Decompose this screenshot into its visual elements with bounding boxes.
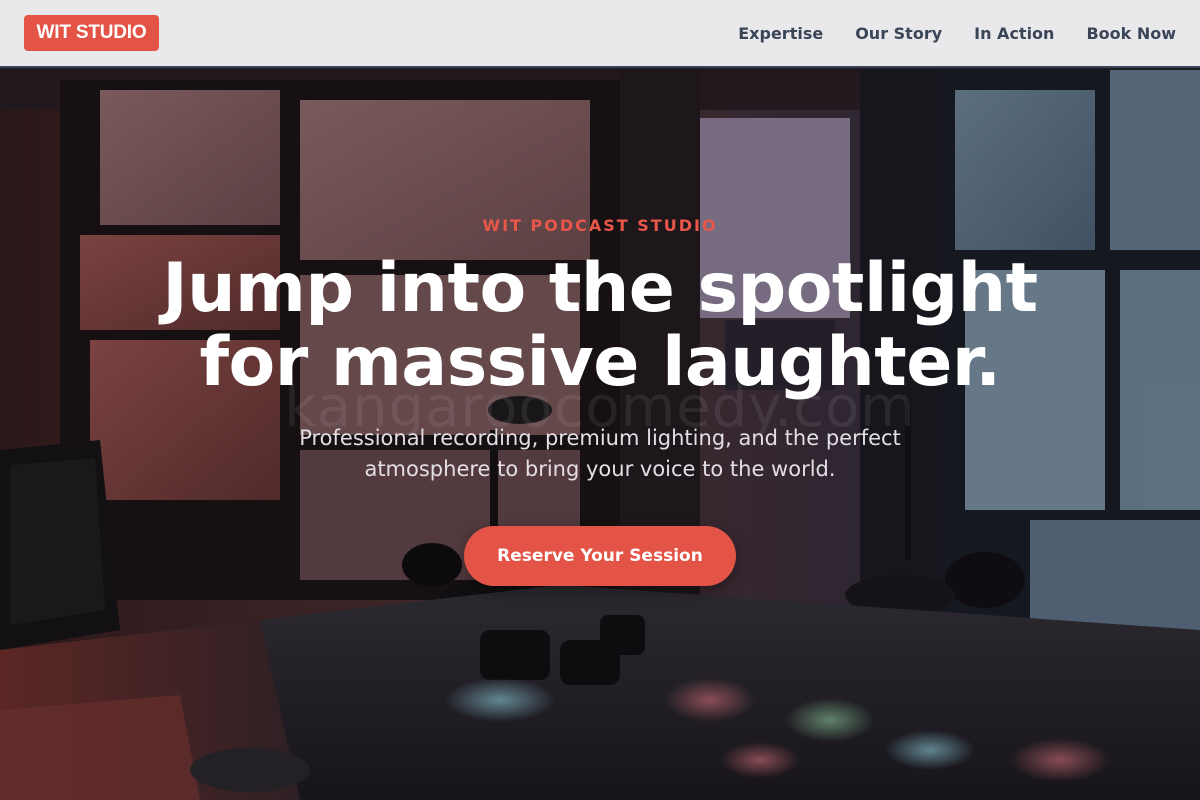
hero-headline-line-1: Jump into the spotlight <box>162 249 1038 328</box>
brand-logo[interactable]: WIT STUDIO <box>24 15 159 51</box>
hero-content: WIT PODCAST STUDIO Jump into the spotlig… <box>0 70 1200 800</box>
hero-eyebrow: WIT PODCAST STUDIO <box>482 216 718 235</box>
nav-link-our-story[interactable]: Our Story <box>855 24 942 43</box>
reserve-session-button[interactable]: Reserve Your Session <box>464 526 736 586</box>
main-nav: Expertise Our Story In Action Book Now <box>706 24 1176 43</box>
hero-subtitle-line-1: Professional recording, premium lighting… <box>299 426 901 450</box>
site-header: WIT STUDIO Expertise Our Story In Action… <box>0 0 1200 68</box>
nav-link-expertise[interactable]: Expertise <box>738 24 823 43</box>
nav-link-in-action[interactable]: In Action <box>974 24 1054 43</box>
hero-subtitle: Professional recording, premium lighting… <box>250 423 950 485</box>
hero-section: WIT PODCAST STUDIO Jump into the spotlig… <box>0 70 1200 800</box>
nav-link-book-now[interactable]: Book Now <box>1086 24 1176 43</box>
hero-subtitle-line-2: atmosphere to bring your voice to the wo… <box>364 457 836 481</box>
